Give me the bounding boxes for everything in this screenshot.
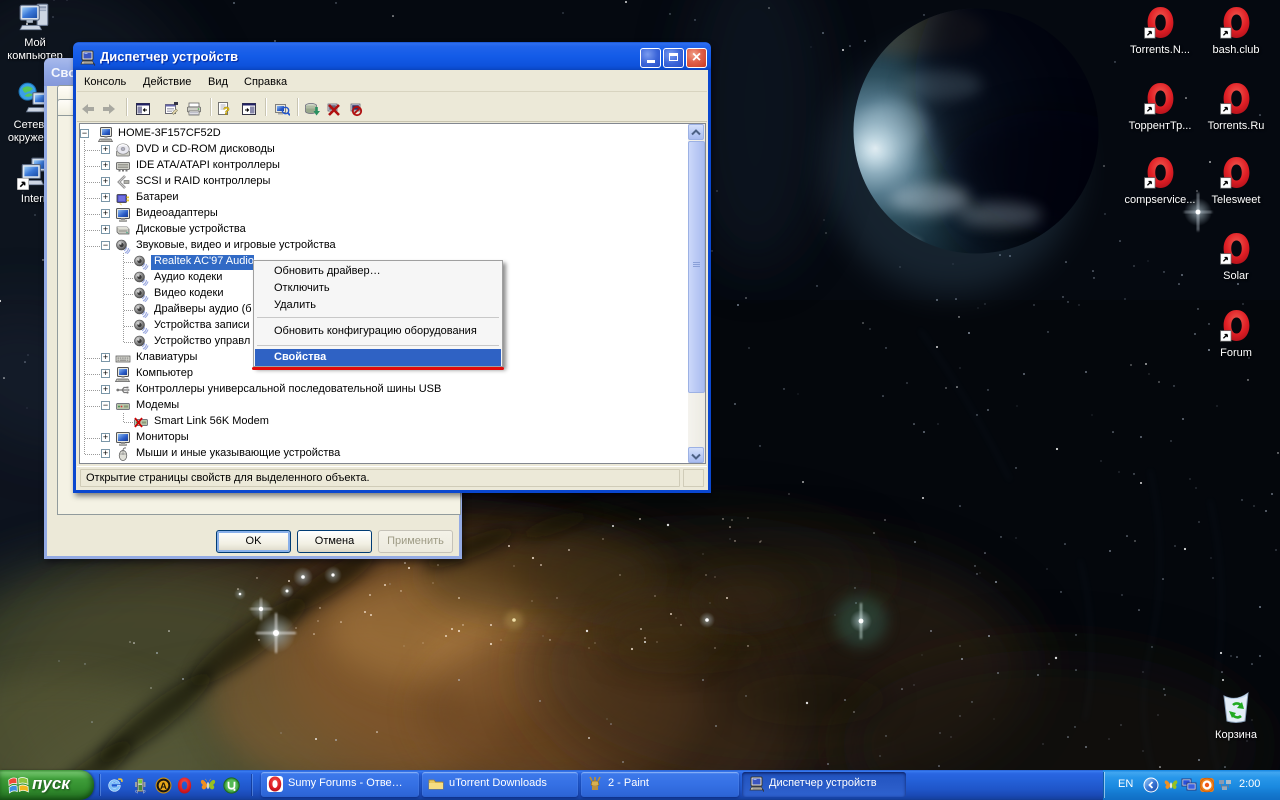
svg-text:p: p bbox=[143, 789, 146, 794]
svg-text:A: A bbox=[160, 781, 167, 792]
